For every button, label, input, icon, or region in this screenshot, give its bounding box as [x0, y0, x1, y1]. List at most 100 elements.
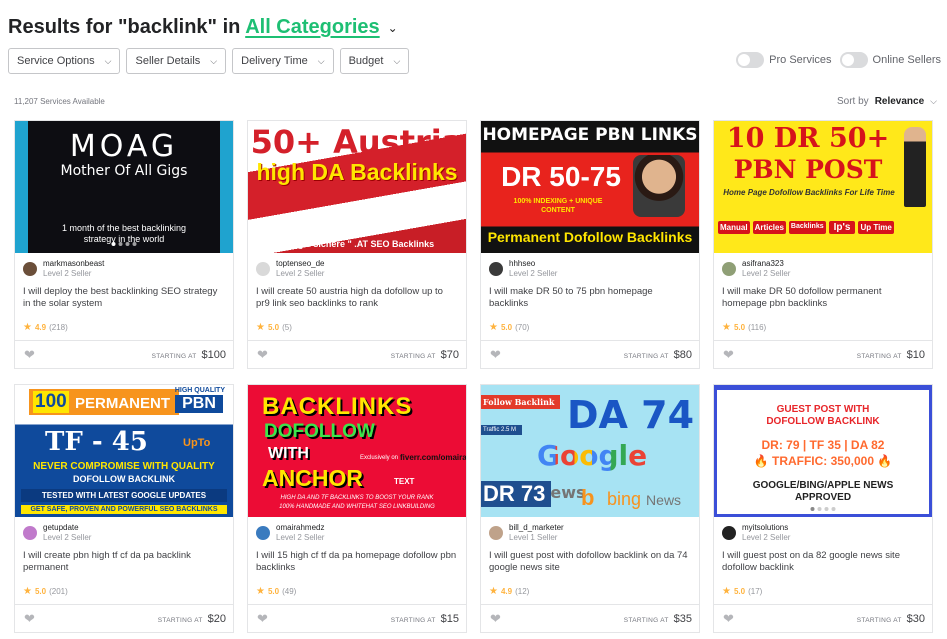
gig-thumbnail[interactable]: 50+ Austria high DA Backlinks Google sic… — [248, 121, 466, 253]
gig-card[interactable]: 100 PERMANENT HIGH QUALITY PBN TF - 45 U… — [14, 384, 234, 633]
price-value: $15 — [440, 612, 459, 625]
sort-value[interactable]: Relevance — [875, 96, 924, 107]
gig-rating: ★ 5.0 (5) — [256, 322, 292, 333]
seller-name[interactable]: asifrana323 — [742, 259, 790, 269]
price: STARTING AT $20 — [158, 613, 226, 625]
heart-icon[interactable]: ❤ — [257, 347, 268, 363]
gig-thumbnail[interactable]: 10 DR 50+ PBN POST Home Page Dofollow Ba… — [714, 121, 932, 253]
star-icon: ★ — [23, 322, 32, 333]
seller-name[interactable]: omairahmedz — [276, 523, 324, 533]
gig-card[interactable]: HOMEPAGE PBN LINKS DR 50-75 100% INDEXIN… — [480, 120, 700, 369]
heart-icon[interactable]: ❤ — [490, 611, 501, 627]
heart-icon[interactable]: ❤ — [723, 611, 734, 627]
gig-card[interactable]: BACKLINKS DOFOLLOW WITH Exclusively on f… — [247, 384, 467, 633]
thumb-text: GET SAFE, PROVEN AND POWERFUL SEO BACKLI… — [21, 505, 227, 514]
gig-thumbnail[interactable]: MOAG Mother Of All Gigs 1 month of the b… — [15, 121, 233, 253]
card-footer: ❤ STARTING AT $15 — [248, 604, 466, 632]
gig-title[interactable]: I will guest post with dofollow backlink… — [489, 550, 691, 574]
gig-title[interactable]: I will 15 high cf tf da pa homepage dofo… — [256, 550, 458, 574]
thumb-text: Permanent Dofollow Backlinks — [487, 229, 693, 245]
seller-name[interactable]: getupdate — [43, 523, 91, 533]
rating-value: 5.0 — [267, 323, 280, 332]
gig-title[interactable]: I will create 50 austria high da dofollo… — [256, 286, 458, 310]
seller-level: Level 1 Seller — [509, 533, 558, 542]
heart-icon[interactable]: ❤ — [490, 347, 501, 363]
chevron-down-icon[interactable]: ⌄ — [388, 21, 398, 35]
seller-name[interactable]: bill_d_marketer — [509, 523, 564, 533]
filter-service-options[interactable]: Service Options ⌵ — [8, 48, 121, 74]
filter-seller-details[interactable]: Seller Details ⌵ — [126, 48, 227, 74]
heart-icon[interactable]: ❤ — [723, 347, 734, 363]
online-sellers-toggle[interactable]: Online Sellers — [839, 52, 941, 68]
starting-at-label: STARTING AT — [390, 352, 436, 360]
seller-name[interactable]: markmasonbeast — [43, 259, 104, 269]
review-count: (218) — [49, 323, 68, 332]
avatar[interactable] — [256, 262, 270, 276]
sort-control[interactable]: Sort by Relevance ⌵ — [837, 96, 937, 107]
gig-title[interactable]: I will make DR 50 to 75 pbn homepage bac… — [489, 286, 691, 310]
card-footer: ❤ STARTING AT $100 — [15, 340, 233, 368]
gig-thumbnail[interactable]: Follow Backlink Traffic 2.5 M DA 74 Goog… — [481, 385, 699, 517]
price: STARTING AT $35 — [624, 613, 692, 625]
seller-info: getupdate Level 2 Seller — [23, 523, 91, 543]
seller-info: omairahmedz Level 2 Seller — [256, 523, 324, 543]
thumb-text: 100% INDEXING + UNIQUE CONTENT — [513, 198, 603, 214]
seller-level: Level 2 Seller — [509, 269, 558, 278]
price-value: $80 — [673, 348, 692, 361]
star-icon: ★ — [23, 586, 32, 597]
price: STARTING AT $100 — [152, 349, 226, 361]
seller-level: Level 2 Seller — [43, 269, 92, 278]
gig-thumbnail[interactable]: HOMEPAGE PBN LINKS DR 50-75 100% INDEXIN… — [481, 121, 699, 253]
rating-value: 4.9 — [34, 323, 47, 332]
avatar[interactable] — [722, 526, 736, 540]
gig-thumbnail[interactable]: 100 PERMANENT HIGH QUALITY PBN TF - 45 U… — [15, 385, 233, 517]
seller-level: Level 2 Seller — [742, 269, 791, 278]
star-icon: ★ — [722, 322, 731, 333]
avatar[interactable] — [23, 262, 37, 276]
heart-icon[interactable]: ❤ — [24, 611, 35, 627]
seller-info: markmasonbeast Level 2 Seller — [23, 259, 104, 279]
seller-name[interactable]: myitsolutions — [742, 523, 790, 533]
avatar[interactable] — [23, 526, 37, 540]
thumb-text: Follow Backlink — [481, 395, 561, 409]
gig-card[interactable]: 50+ Austria high DA Backlinks Google sic… — [247, 120, 467, 369]
gig-thumbnail[interactable]: BACKLINKS DOFOLLOW WITH Exclusively on f… — [248, 385, 466, 517]
chevron-down-icon: ⌵ — [210, 55, 218, 66]
rating-value: 5.0 — [733, 587, 746, 596]
gig-card[interactable]: GUEST POST WITH DOFOLLOW BACKLINK DR: 79… — [713, 384, 933, 633]
seller-name[interactable]: toptenseo_de — [276, 259, 325, 269]
category-link[interactable]: All Categories — [245, 16, 379, 38]
heart-icon[interactable]: ❤ — [257, 611, 268, 627]
pro-services-toggle[interactable]: Pro Services — [736, 52, 832, 68]
filter-delivery-time[interactable]: Delivery Time ⌵ — [232, 48, 334, 74]
chevron-down-icon: ⌵ — [393, 55, 401, 66]
fire-icon: 🔥 — [877, 454, 893, 468]
seller-name[interactable]: hhhseo — [509, 259, 557, 269]
avatar[interactable] — [722, 262, 736, 276]
gig-title[interactable]: I will deploy the best backlinking SEO s… — [23, 286, 225, 310]
avatar[interactable] — [489, 526, 503, 540]
filter-budget[interactable]: Budget ⌵ — [339, 48, 410, 74]
gig-title[interactable]: I will make DR 50 dofollow permanent hom… — [722, 286, 924, 310]
price-value: $20 — [207, 612, 226, 625]
avatar[interactable] — [256, 526, 270, 540]
fire-icon: 🔥 — [753, 454, 769, 468]
heart-icon[interactable]: ❤ — [24, 347, 35, 363]
price: STARTING AT $15 — [391, 613, 459, 625]
price: STARTING AT $10 — [857, 349, 925, 361]
gig-thumbnail[interactable]: GUEST POST WITH DOFOLLOW BACKLINK DR: 79… — [714, 385, 932, 517]
toggle-switch[interactable] — [736, 52, 765, 68]
gig-card[interactable]: MOAG Mother Of All Gigs 1 month of the b… — [14, 120, 234, 369]
card-footer: ❤ STARTING AT $30 — [714, 604, 932, 632]
gig-title[interactable]: I will guest post on da 82 google news s… — [722, 550, 924, 574]
thumb-text: HIGH DA AND TF BACKLINKS TO BOOST YOUR R… — [280, 495, 434, 501]
avatar[interactable] — [489, 262, 503, 276]
gig-card[interactable]: Follow Backlink Traffic 2.5 M DA 74 Goog… — [480, 384, 700, 633]
price: STARTING AT $30 — [857, 613, 925, 625]
thumb-text: APPROVED — [794, 492, 852, 503]
toggle-switch[interactable] — [839, 52, 868, 68]
thumb-text: DOFOLLOW BACKLINK — [73, 474, 175, 484]
thumb-text: Home Page Dofollow Backlinks For Life Ti… — [723, 188, 895, 197]
gig-card[interactable]: 10 DR 50+ PBN POST Home Page Dofollow Ba… — [713, 120, 933, 369]
gig-title[interactable]: I will create pbn high tf cf da pa backl… — [23, 550, 225, 574]
